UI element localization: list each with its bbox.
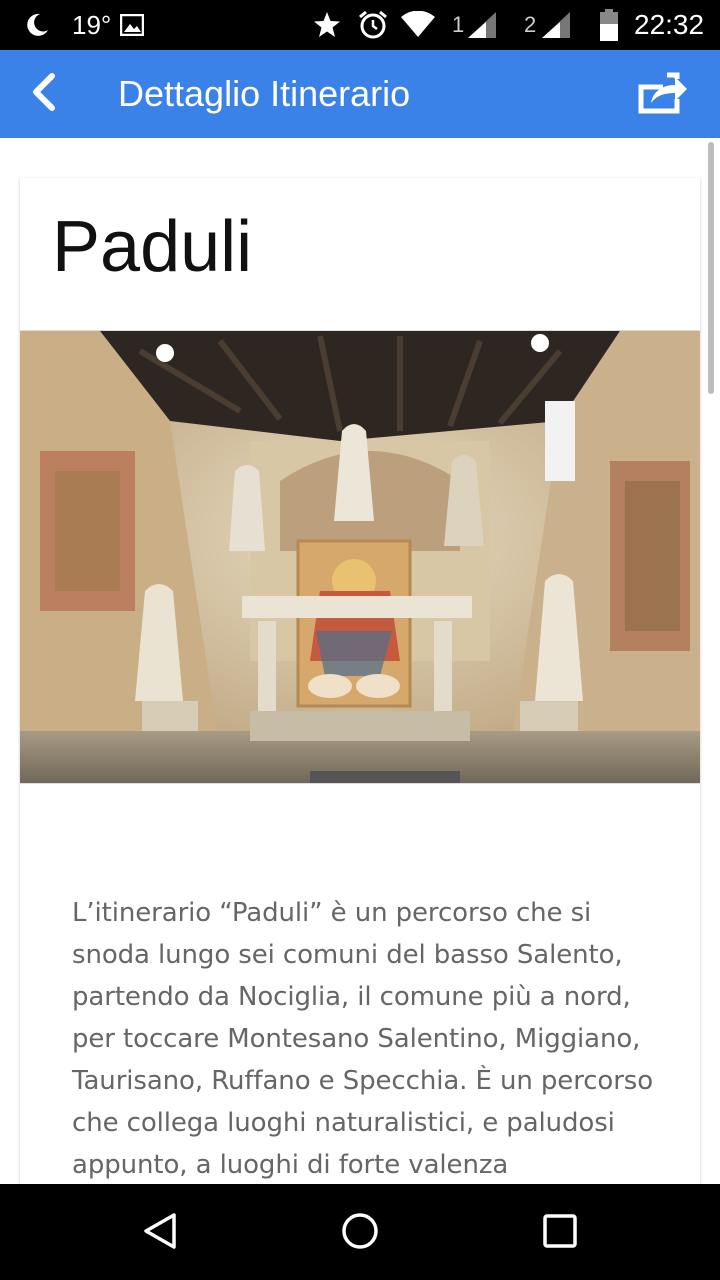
back-arrow-icon [30, 72, 58, 117]
navigation-bar [0, 1184, 720, 1280]
image-icon [120, 0, 144, 50]
signal-1-label: 1 [452, 12, 465, 37]
page-title: Dettaglio Itinerario [118, 73, 411, 114]
temperature-text: 19° [72, 9, 112, 40]
star-icon [312, 0, 342, 50]
nav-home-button[interactable] [335, 1208, 385, 1258]
nav-recents-button[interactable] [535, 1208, 585, 1258]
itinerary-description: L’itinerario “Paduli” è un percorso che … [72, 898, 654, 1180]
nav-back-button[interactable] [135, 1208, 185, 1258]
moon-icon [22, 0, 50, 50]
recents-square-icon [540, 1211, 580, 1256]
app-bar: Dettaglio Itinerario [0, 50, 720, 138]
itinerary-card: Paduli L’itinerario “Paduli” è un percor… [20, 178, 700, 1184]
share-button[interactable] [634, 70, 692, 120]
signal-icon [540, 0, 572, 50]
alarm-icon [357, 0, 389, 50]
content-area[interactable]: Paduli L’itinerario “Paduli” è un percor… [0, 138, 720, 1184]
signal-icon [466, 0, 498, 50]
battery-icon [598, 0, 620, 50]
scrollbar[interactable] [708, 142, 714, 394]
back-button[interactable] [22, 72, 66, 116]
itinerary-title: Paduli [52, 207, 253, 287]
share-icon [637, 71, 689, 120]
home-circle-icon [340, 1211, 380, 1256]
status-bar: 19° 1 2 22:32 [0, 0, 720, 50]
wifi-icon [400, 0, 436, 50]
chapel-frescoes-photo [20, 330, 700, 784]
back-triangle-icon [140, 1211, 180, 1256]
signal-2-label: 2 [524, 12, 537, 37]
clock-time: 22:32 [634, 9, 705, 40]
